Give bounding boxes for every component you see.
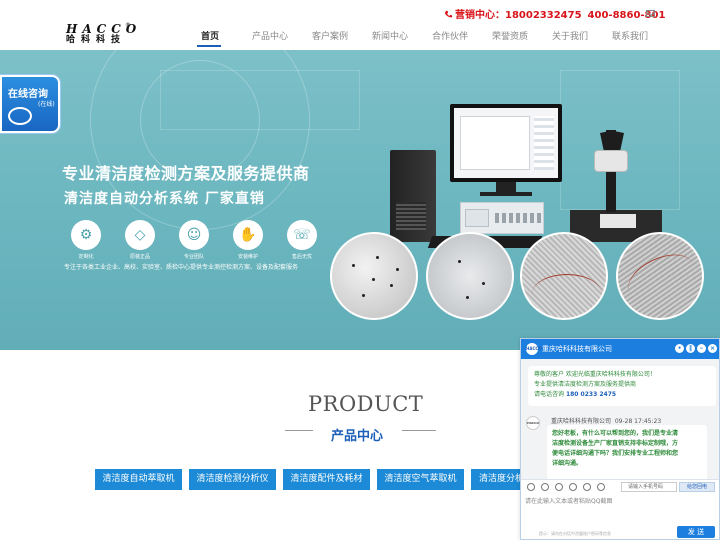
pc-tower <box>390 150 436 242</box>
file-icon[interactable] <box>569 483 577 491</box>
category-tab-2[interactable]: 清洁度检测分析仪 <box>189 469 276 490</box>
chat-footer-hint: 提示：请勿在对话中泄露账户密码等信息 <box>539 531 611 536</box>
banner-headline: 专业清洁度检测方案及服务提供商 <box>62 164 310 183</box>
feature-installation: ✋ 安装维护 <box>228 220 268 260</box>
chat-bubble-icon <box>8 107 32 125</box>
monitor-base <box>480 192 532 196</box>
banner-subheadline: 清洁度自动分析系统 厂家直销 <box>64 191 265 207</box>
feature-label: 安装维护 <box>237 254 258 260</box>
micrograph-debris <box>616 232 704 320</box>
message-line-4: 详细沟通。 <box>552 460 583 467</box>
nav-news[interactable]: 新闻中心 <box>372 29 408 42</box>
handshake-icon: ✋ <box>233 220 263 250</box>
welcome-phone: 180 0233 2475 <box>565 391 617 398</box>
service-icon: ☏ <box>287 220 317 250</box>
message-sender: 重庆哈科科技有限公司 <box>551 418 612 425</box>
message-time: 09-28 17:45:23 <box>614 418 662 425</box>
hotline: 营销中心：18002332475 400-8860-801 <box>444 6 665 21</box>
consult-status: (在线) <box>38 101 55 108</box>
analyzer-unit <box>460 202 544 234</box>
feature-team: ☺ 专业团队 <box>174 220 214 260</box>
chat-settings-icon[interactable]: • <box>675 344 684 353</box>
micrograph-filter <box>426 232 514 320</box>
product-title-cn: 产品中心 <box>331 429 384 444</box>
chat-company-name: 重庆哈科科技有限公司 <box>542 345 612 353</box>
feature-label: 定制化 <box>78 254 94 260</box>
category-tab-1[interactable]: 清洁度自动萃取机 <box>95 469 182 490</box>
chat-text-input[interactable]: 请在此输入文本或者粘贴QQ截图 <box>521 493 719 523</box>
chat-toolbar: 请输入手机号码 给您回电 <box>521 479 719 493</box>
rating-icon[interactable] <box>583 483 591 491</box>
banner-bg-box <box>160 70 360 130</box>
agent-message: 您好老板，有什么可以帮到您的，我们是专业清 洁度检测设备生产厂家直销支持非标定制… <box>547 425 707 481</box>
micrograph-particles <box>330 232 418 320</box>
nav-active-indicator <box>197 45 221 47</box>
phone-icon <box>444 10 453 18</box>
message-line-2: 洁度检测设备生产厂家直销支持非标定制哦，方 <box>552 440 679 447</box>
micrograph-fiber <box>520 232 608 320</box>
category-tab-4[interactable]: 清洁度空气萃取机 <box>377 469 464 490</box>
welcome-call-label: 请电话咨询 <box>534 391 565 398</box>
nav-partners[interactable]: 合作伙伴 <box>432 29 468 42</box>
team-icon: ☺ <box>179 220 209 250</box>
logo-cn: 哈科科技 <box>66 35 127 45</box>
product-title-en: PRODUCT <box>308 392 424 416</box>
feature-genuine: ◇ 原装正品 <box>120 220 160 260</box>
welcome-line-3: 请电话咨询 180 0233 2475 <box>534 390 712 400</box>
message-line-3: 便电话详细沟通下吗？我们安排专业工程师和您 <box>552 450 679 457</box>
feature-aftersales: ☏ 售后无忧 <box>282 220 322 260</box>
chat-minimize-icon[interactable]: – <box>697 344 706 353</box>
nav-products[interactable]: 产品中心 <box>252 29 288 42</box>
message-meta: 重庆哈科科技有限公司 09-28 17:45:23 <box>551 416 661 425</box>
hotline-mobile: 18002332475 <box>505 10 582 21</box>
nav-cases[interactable]: 客户案例 <box>312 29 348 42</box>
welcome-line-2: 专业提供清洁度检测方案及服务提供商 <box>534 381 637 388</box>
company-avatar: HACCO <box>526 343 542 355</box>
welcome-message: 尊敬的客户 欢迎光临重庆哈科科技有限公司！ 专业提供清洁度检测方案及服务提供商 … <box>528 366 716 406</box>
welcome-line-1: 尊敬的客户 欢迎光临重庆哈科科技有限公司！ <box>534 371 656 378</box>
star-icon[interactable] <box>597 483 605 491</box>
phone-number-input[interactable]: 请输入手机号码 <box>621 482 677 492</box>
chat-footer: 提示：请勿在对话中泄露账户密码等信息 发 送 <box>521 523 719 539</box>
emoji-icon[interactable] <box>527 483 535 491</box>
nav-home[interactable]: 首页 <box>201 29 219 42</box>
logo-reg: ® <box>125 22 131 29</box>
chat-header[interactable]: HACCO 重庆哈科科技有限公司 • ‖ – × <box>521 339 719 359</box>
feature-label: 售后无忧 <box>291 254 312 260</box>
monitor <box>450 104 562 182</box>
chat-close-icon[interactable]: × <box>708 344 717 353</box>
hero-banner: 专业清洁度检测方案及服务提供商 清洁度自动分析系统 厂家直销 ⚙ 定制化 ◇ 原… <box>0 50 720 350</box>
microscope-head <box>594 150 628 172</box>
image-icon[interactable] <box>541 483 549 491</box>
nav-about[interactable]: 关于我们 <box>552 29 588 42</box>
chat-widget: HACCO 重庆哈科科技有限公司 • ‖ – × 尊敬的客户 欢迎光临重庆哈科科… <box>520 338 720 540</box>
title-divider-left <box>285 430 313 431</box>
agent-avatar: HACCO <box>526 416 540 430</box>
screenshot-icon[interactable] <box>555 483 563 491</box>
banner-tagline: 专注于各类工业企业、高校、实验室、质检中心提供专业测控检测方案、设备及配套服务 <box>64 264 299 271</box>
feature-label: 原装正品 <box>129 254 150 260</box>
nav-contact[interactable]: 联系我们 <box>612 29 648 42</box>
category-tab-5[interactable]: 清洁度分析 <box>471 469 520 490</box>
chat-messages: 尊敬的客户 欢迎光临重庆哈科科技有限公司！ 专业提供清洁度检测方案及服务提供商 … <box>521 359 719 481</box>
brand-logo[interactable]: HACCO 哈科科技 ® <box>66 22 141 46</box>
title-divider-right <box>402 430 436 431</box>
gear-icon: ⚙ <box>71 220 101 250</box>
site-header: HACCO 哈科科技 ® 营销中心：18002332475 400-8860-80… <box>0 0 720 50</box>
chat-pause-icon[interactable]: ‖ <box>686 344 695 353</box>
category-tab-3[interactable]: 清洁度配件及耗材 <box>283 469 370 490</box>
message-line-1: 您好老板，有什么可以帮到您的，我们是专业清 <box>552 430 679 437</box>
send-button[interactable]: 发 送 <box>677 526 715 538</box>
page: HACCO 哈科科技 ® 营销中心：18002332475 400-8860-80… <box>0 0 720 540</box>
callback-button[interactable]: 给您回电 <box>679 482 715 492</box>
feature-label: 专业团队 <box>183 254 204 260</box>
feature-customization: ⚙ 定制化 <box>66 220 106 260</box>
mail-icon[interactable] <box>646 10 655 17</box>
feature-icons: ⚙ 定制化 ◇ 原装正品 ☺ 专业团队 ✋ 安装维护 ☏ 售后无忧 <box>66 220 336 260</box>
diamond-icon: ◇ <box>125 220 155 250</box>
consult-title: 在线咨询 <box>8 89 48 100</box>
online-consult-badge[interactable]: 在线咨询 (在线) <box>0 75 60 133</box>
hotline-label: 营销中心： <box>455 10 505 21</box>
nav-honors[interactable]: 荣誉资质 <box>492 29 528 42</box>
